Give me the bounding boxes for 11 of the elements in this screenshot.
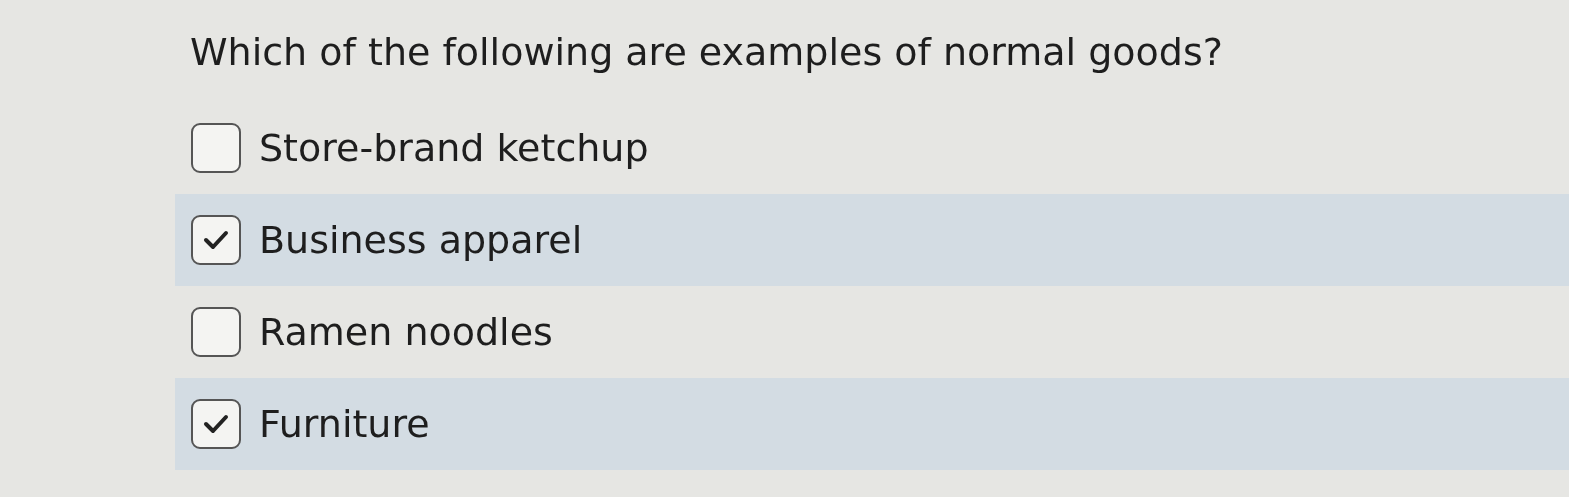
checkbox[interactable] [191, 399, 241, 449]
option-label: Business apparel [259, 218, 583, 262]
question-text: Which of the following are examples of normal goods? [190, 30, 1224, 74]
checkbox[interactable] [191, 215, 241, 265]
option-label: Store-brand ketchup [259, 126, 649, 170]
checkbox[interactable] [191, 123, 241, 173]
option-label: Furniture [259, 402, 430, 446]
checkmark-icon [203, 414, 229, 434]
option-label: Ramen noodles [259, 310, 553, 354]
checkmark-icon [203, 230, 229, 250]
checkbox[interactable] [191, 307, 241, 357]
